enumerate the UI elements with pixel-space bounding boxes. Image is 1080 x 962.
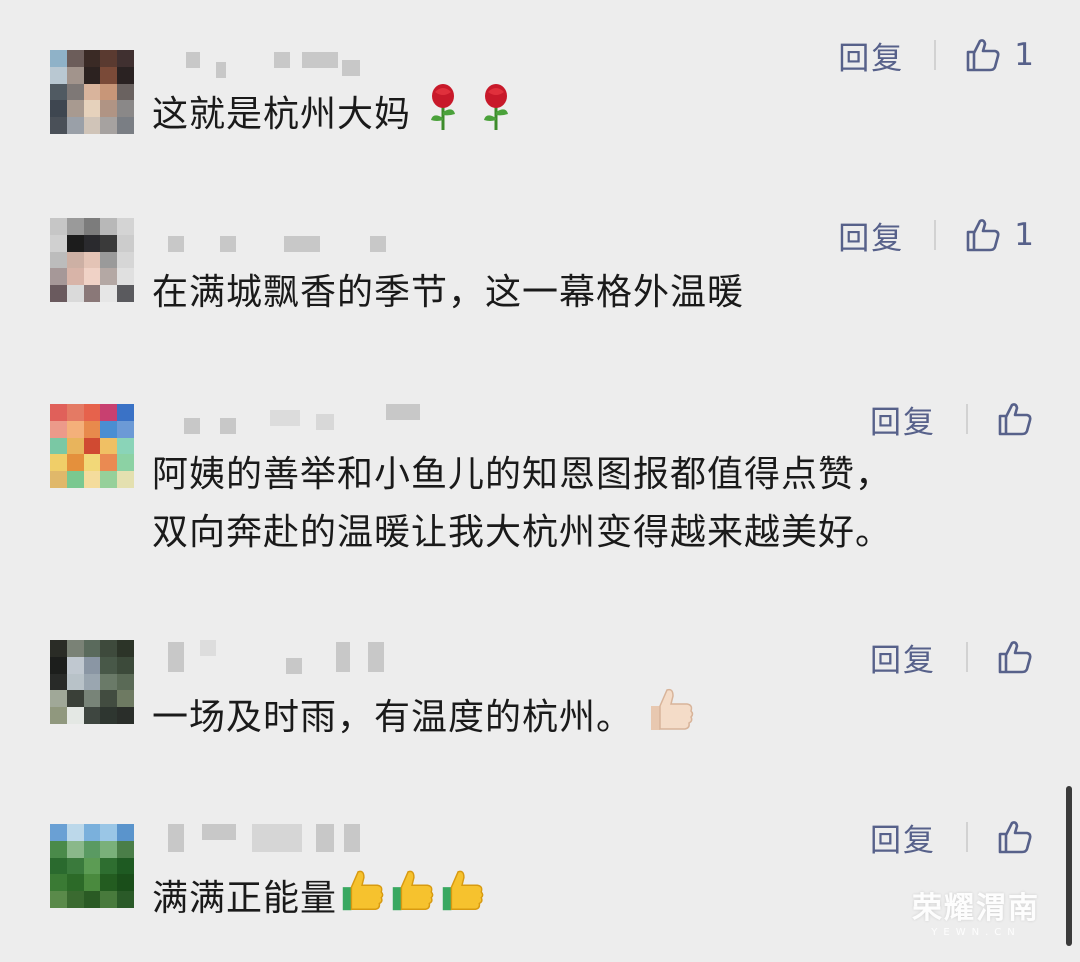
thumbs-up-icon	[998, 403, 1032, 436]
thumbs-up-icon	[437, 866, 487, 934]
reply-button[interactable]: 回复	[870, 635, 936, 680]
comment-actions: 回复	[870, 812, 1034, 862]
avatar[interactable]	[50, 404, 134, 488]
like-button[interactable]: 1	[962, 215, 1034, 255]
comment-actions: 回复 1	[838, 210, 1034, 260]
comment-actions: 回复	[870, 394, 1034, 444]
username-blurred	[168, 824, 428, 852]
divider	[966, 642, 968, 672]
avatar[interactable]	[50, 218, 134, 302]
username-blurred	[168, 236, 428, 258]
thumbs-up-icon	[337, 866, 387, 934]
divider	[934, 220, 937, 250]
username-blurred	[168, 52, 428, 78]
username-blurred	[168, 640, 428, 674]
like-count: 1	[1014, 217, 1034, 253]
like-button[interactable]: 1	[962, 35, 1034, 75]
avatar[interactable]	[50, 50, 134, 134]
username-blurred	[168, 404, 428, 440]
scrollbar[interactable]	[1066, 786, 1072, 946]
reply-button[interactable]: 回复	[838, 213, 904, 258]
rose-icon	[423, 82, 463, 150]
thumbs-up-icon	[387, 866, 437, 934]
thumbs-up-icon	[998, 641, 1032, 674]
rose-icon	[476, 82, 516, 150]
thumbs-up-icon	[998, 821, 1032, 854]
reply-button[interactable]: 回复	[838, 33, 904, 78]
thumbs-up-icon	[966, 39, 1000, 72]
comment-text: 一场及时雨，有温度的杭州。	[152, 684, 697, 754]
reply-button[interactable]: 回复	[870, 815, 936, 860]
avatar[interactable]	[50, 640, 134, 724]
avatar[interactable]	[50, 824, 134, 908]
comment-actions: 回复 1	[838, 30, 1034, 80]
comment-text: 这就是杭州大妈	[152, 82, 516, 150]
like-button[interactable]	[994, 399, 1034, 439]
like-count: 1	[1014, 37, 1034, 73]
comment-actions: 回复	[870, 632, 1034, 682]
comment-text: 在满城飘香的季节，这一幕格外温暖	[152, 272, 745, 313]
watermark-text: 荣耀渭南	[912, 891, 1040, 926]
divider	[966, 404, 968, 434]
divider	[966, 822, 968, 852]
comment-text: 满满正能量	[152, 866, 487, 934]
watermark-subtext: YEWN.CN	[931, 927, 1021, 938]
watermark: 荣耀渭南 YEWN.CN	[912, 883, 1040, 938]
like-button[interactable]	[994, 817, 1034, 857]
reply-button[interactable]: 回复	[870, 397, 936, 442]
divider	[934, 40, 937, 70]
thumbs-up-icon	[645, 684, 697, 754]
like-button[interactable]	[994, 637, 1034, 677]
comment-text: 阿姨的善举和小鱼儿的知恩图报都值得点赞， 双向奔赴的温暖让我大杭州变得越来越美好…	[152, 454, 893, 553]
thumbs-up-icon	[966, 219, 1000, 252]
